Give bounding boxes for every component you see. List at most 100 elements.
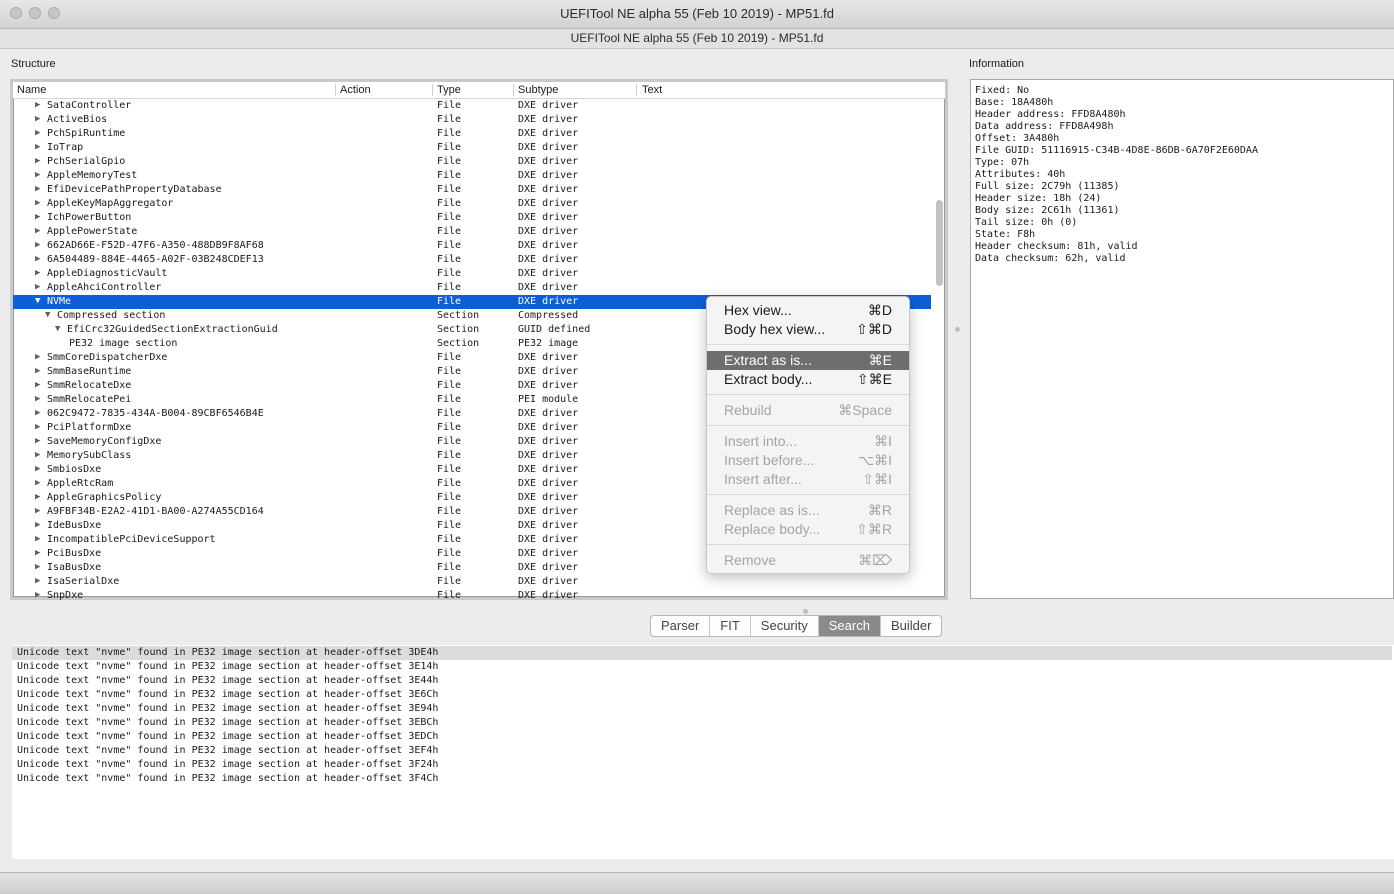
menu-item-body-hex-view[interactable]: Body hex view... ⇧⌘D — [707, 320, 909, 339]
search-result-row[interactable]: Unicode text "nvme" found in PE32 image … — [12, 772, 1392, 786]
menu-item-replace-body[interactable]: Replace body... ⇧⌘R — [707, 520, 909, 539]
disclosure-expanded-icon[interactable]: ▼ — [45, 310, 50, 320]
tree-row[interactable]: ▶ 662AD66E-F52D-47F6-A350-488DB9F8AF68 Fil… — [13, 239, 931, 253]
tree-row[interactable]: ▶ 6A504489-884E-4465-A02F-03B248CDEF13 Fil… — [13, 253, 931, 267]
menu-item-hex-view[interactable]: Hex view... ⌘D — [707, 301, 909, 320]
menu-item-extract-body[interactable]: Extract body... ⇧⌘E — [707, 370, 909, 389]
search-result-row[interactable]: Unicode text "nvme" found in PE32 image … — [12, 702, 1392, 716]
column-header-action[interactable]: Action — [340, 84, 371, 96]
tree-row[interactable]: ▶ IchPowerButton File DXE driver — [13, 211, 931, 225]
tree-row-subtype: DXE driver — [518, 198, 579, 209]
tree-row[interactable]: ▶ IsaSerialDxe File DXE driver — [13, 575, 931, 589]
tree-row-type: File — [437, 576, 462, 587]
menu-item-remove[interactable]: Remove ⌘⌦ — [707, 551, 909, 570]
tree-row[interactable]: ▶ ApplePowerState File DXE driver — [13, 225, 931, 239]
tab-fit[interactable]: FIT — [710, 616, 751, 636]
disclosure-collapsed-icon[interactable]: ▶ — [35, 450, 40, 460]
search-result-text: Unicode text "nvme" found in PE32 image … — [17, 689, 439, 700]
tree-row[interactable]: ▶ EfiDevicePathPropertyDatabase File DXE dr… — [13, 183, 931, 197]
information-panel[interactable]: Fixed: No Base: 18A480h Header address: FF… — [970, 79, 1394, 599]
disclosure-expanded-icon[interactable]: ▼ — [35, 296, 40, 306]
tree-row[interactable]: ▶ AppleKeyMapAggregator File DXE driver — [13, 197, 931, 211]
disclosure-collapsed-icon[interactable]: ▶ — [35, 128, 40, 138]
column-header-subtype[interactable]: Subtype — [518, 84, 558, 96]
disclosure-collapsed-icon[interactable]: ▶ — [35, 282, 40, 292]
disclosure-collapsed-icon[interactable]: ▶ — [35, 380, 40, 390]
disclosure-collapsed-icon[interactable]: ▶ — [35, 184, 40, 194]
menu-separator — [707, 544, 909, 545]
menu-item-rebuild[interactable]: Rebuild ⌘Space — [707, 401, 909, 420]
search-result-row[interactable]: Unicode text "nvme" found in PE32 image … — [12, 716, 1392, 730]
menu-item-replace-as-is[interactable]: Replace as is... ⌘R — [707, 501, 909, 520]
disclosure-collapsed-icon[interactable]: ▶ — [35, 492, 40, 502]
disclosure-collapsed-icon[interactable]: ▶ — [35, 548, 40, 558]
disclosure-expanded-icon[interactable]: ▼ — [55, 324, 60, 334]
tree-row-name: IsaSerialDxe — [47, 576, 120, 587]
disclosure-collapsed-icon[interactable]: ▶ — [35, 170, 40, 180]
disclosure-collapsed-icon[interactable]: ▶ — [35, 226, 40, 236]
disclosure-collapsed-icon[interactable]: ▶ — [35, 590, 40, 600]
disclosure-collapsed-icon[interactable]: ▶ — [35, 156, 40, 166]
disclosure-collapsed-icon[interactable]: ▶ — [35, 520, 40, 530]
menu-item-extract-as-is[interactable]: Extract as is... ⌘E — [707, 351, 909, 370]
disclosure-collapsed-icon[interactable]: ▶ — [35, 212, 40, 222]
disclosure-collapsed-icon[interactable]: ▶ — [35, 408, 40, 418]
menu-item-insert-before[interactable]: Insert before... ⌥⌘I — [707, 451, 909, 470]
disclosure-collapsed-icon[interactable]: ▶ — [35, 562, 40, 572]
menu-item-insert-into[interactable]: Insert into... ⌘I — [707, 432, 909, 451]
search-result-row[interactable]: Unicode text "nvme" found in PE32 image … — [12, 744, 1392, 758]
search-result-row[interactable]: Unicode text "nvme" found in PE32 image … — [12, 674, 1392, 688]
tree-row[interactable]: ▶ IoTrap File DXE driver — [13, 141, 931, 155]
structure-scrollbar[interactable] — [936, 200, 943, 286]
tree-row-type: File — [437, 478, 462, 489]
disclosure-collapsed-icon[interactable]: ▶ — [35, 534, 40, 544]
disclosure-collapsed-icon[interactable]: ▶ — [35, 478, 40, 488]
disclosure-collapsed-icon[interactable]: ▶ — [35, 198, 40, 208]
disclosure-collapsed-icon[interactable]: ▶ — [35, 254, 40, 264]
tab-search[interactable]: Search — [818, 616, 881, 636]
search-result-row[interactable]: Unicode text "nvme" found in PE32 image … — [12, 660, 1392, 674]
disclosure-collapsed-icon[interactable]: ▶ — [35, 114, 40, 124]
tree-row[interactable]: ▶ PchSerialGpio File DXE driver — [13, 155, 931, 169]
tree-row[interactable]: ▶ AppleDiagnosticVault File DXE driver — [13, 267, 931, 281]
tree-row-name: 662AD66E-F52D-47F6-A350-488DB9F8AF68 — [47, 240, 264, 251]
disclosure-collapsed-icon[interactable]: ▶ — [35, 142, 40, 152]
disclosure-collapsed-icon[interactable]: ▶ — [35, 366, 40, 376]
menu-separator — [707, 394, 909, 395]
column-header-name[interactable]: Name — [17, 84, 46, 96]
tab-builder[interactable]: Builder — [881, 616, 941, 636]
column-header-text[interactable]: Text — [642, 84, 662, 96]
search-results-list[interactable]: Unicode text "nvme" found in PE32 image … — [12, 645, 1394, 859]
disclosure-collapsed-icon[interactable]: ▶ — [35, 352, 40, 362]
tree-row[interactable]: ▶ SnpDxe File DXE driver — [13, 589, 931, 603]
tree-row[interactable]: ▶ SataController File DXE driver — [13, 99, 931, 113]
tree-row[interactable]: ▶ AppleMemoryTest File DXE driver — [13, 169, 931, 183]
search-result-row[interactable]: Unicode text "nvme" found in PE32 image … — [12, 758, 1392, 772]
tree-row[interactable]: ▶ AppleAhciController File DXE driver — [13, 281, 931, 295]
disclosure-collapsed-icon[interactable]: ▶ — [35, 100, 40, 110]
tab-security[interactable]: Security — [751, 616, 819, 636]
tree-row-subtype: DXE driver — [518, 366, 579, 377]
tree-row-subtype: PE32 image — [518, 338, 579, 349]
tree-row-name: SnpDxe — [47, 590, 84, 601]
horizontal-splitter-handle[interactable] — [803, 609, 808, 614]
vertical-splitter-handle[interactable] — [955, 327, 960, 332]
search-result-row[interactable]: Unicode text "nvme" found in PE32 image … — [12, 688, 1392, 702]
disclosure-collapsed-icon[interactable]: ▶ — [35, 240, 40, 250]
disclosure-collapsed-icon[interactable]: ▶ — [35, 422, 40, 432]
column-header-type[interactable]: Type — [437, 84, 461, 96]
tab-parser[interactable]: Parser — [651, 616, 711, 636]
tree-row[interactable]: ▶ PchSpiRuntime File DXE driver — [13, 127, 931, 141]
disclosure-collapsed-icon[interactable]: ▶ — [35, 394, 40, 404]
search-result-row[interactable]: Unicode text "nvme" found in PE32 image … — [12, 730, 1392, 744]
tree-row[interactable]: ▶ ActiveBios File DXE driver — [13, 113, 931, 127]
search-result-row[interactable]: Unicode text "nvme" found in PE32 image … — [12, 646, 1392, 660]
disclosure-collapsed-icon[interactable]: ▶ — [35, 464, 40, 474]
disclosure-collapsed-icon[interactable]: ▶ — [35, 268, 40, 278]
disclosure-collapsed-icon[interactable]: ▶ — [35, 506, 40, 516]
info-line: Offset: 3A480h — [975, 133, 1060, 144]
menu-item-insert-after[interactable]: Insert after... ⇧⌘I — [707, 470, 909, 489]
disclosure-collapsed-icon[interactable]: ▶ — [35, 576, 40, 586]
tree-row-type: File — [437, 296, 462, 307]
disclosure-collapsed-icon[interactable]: ▶ — [35, 436, 40, 446]
